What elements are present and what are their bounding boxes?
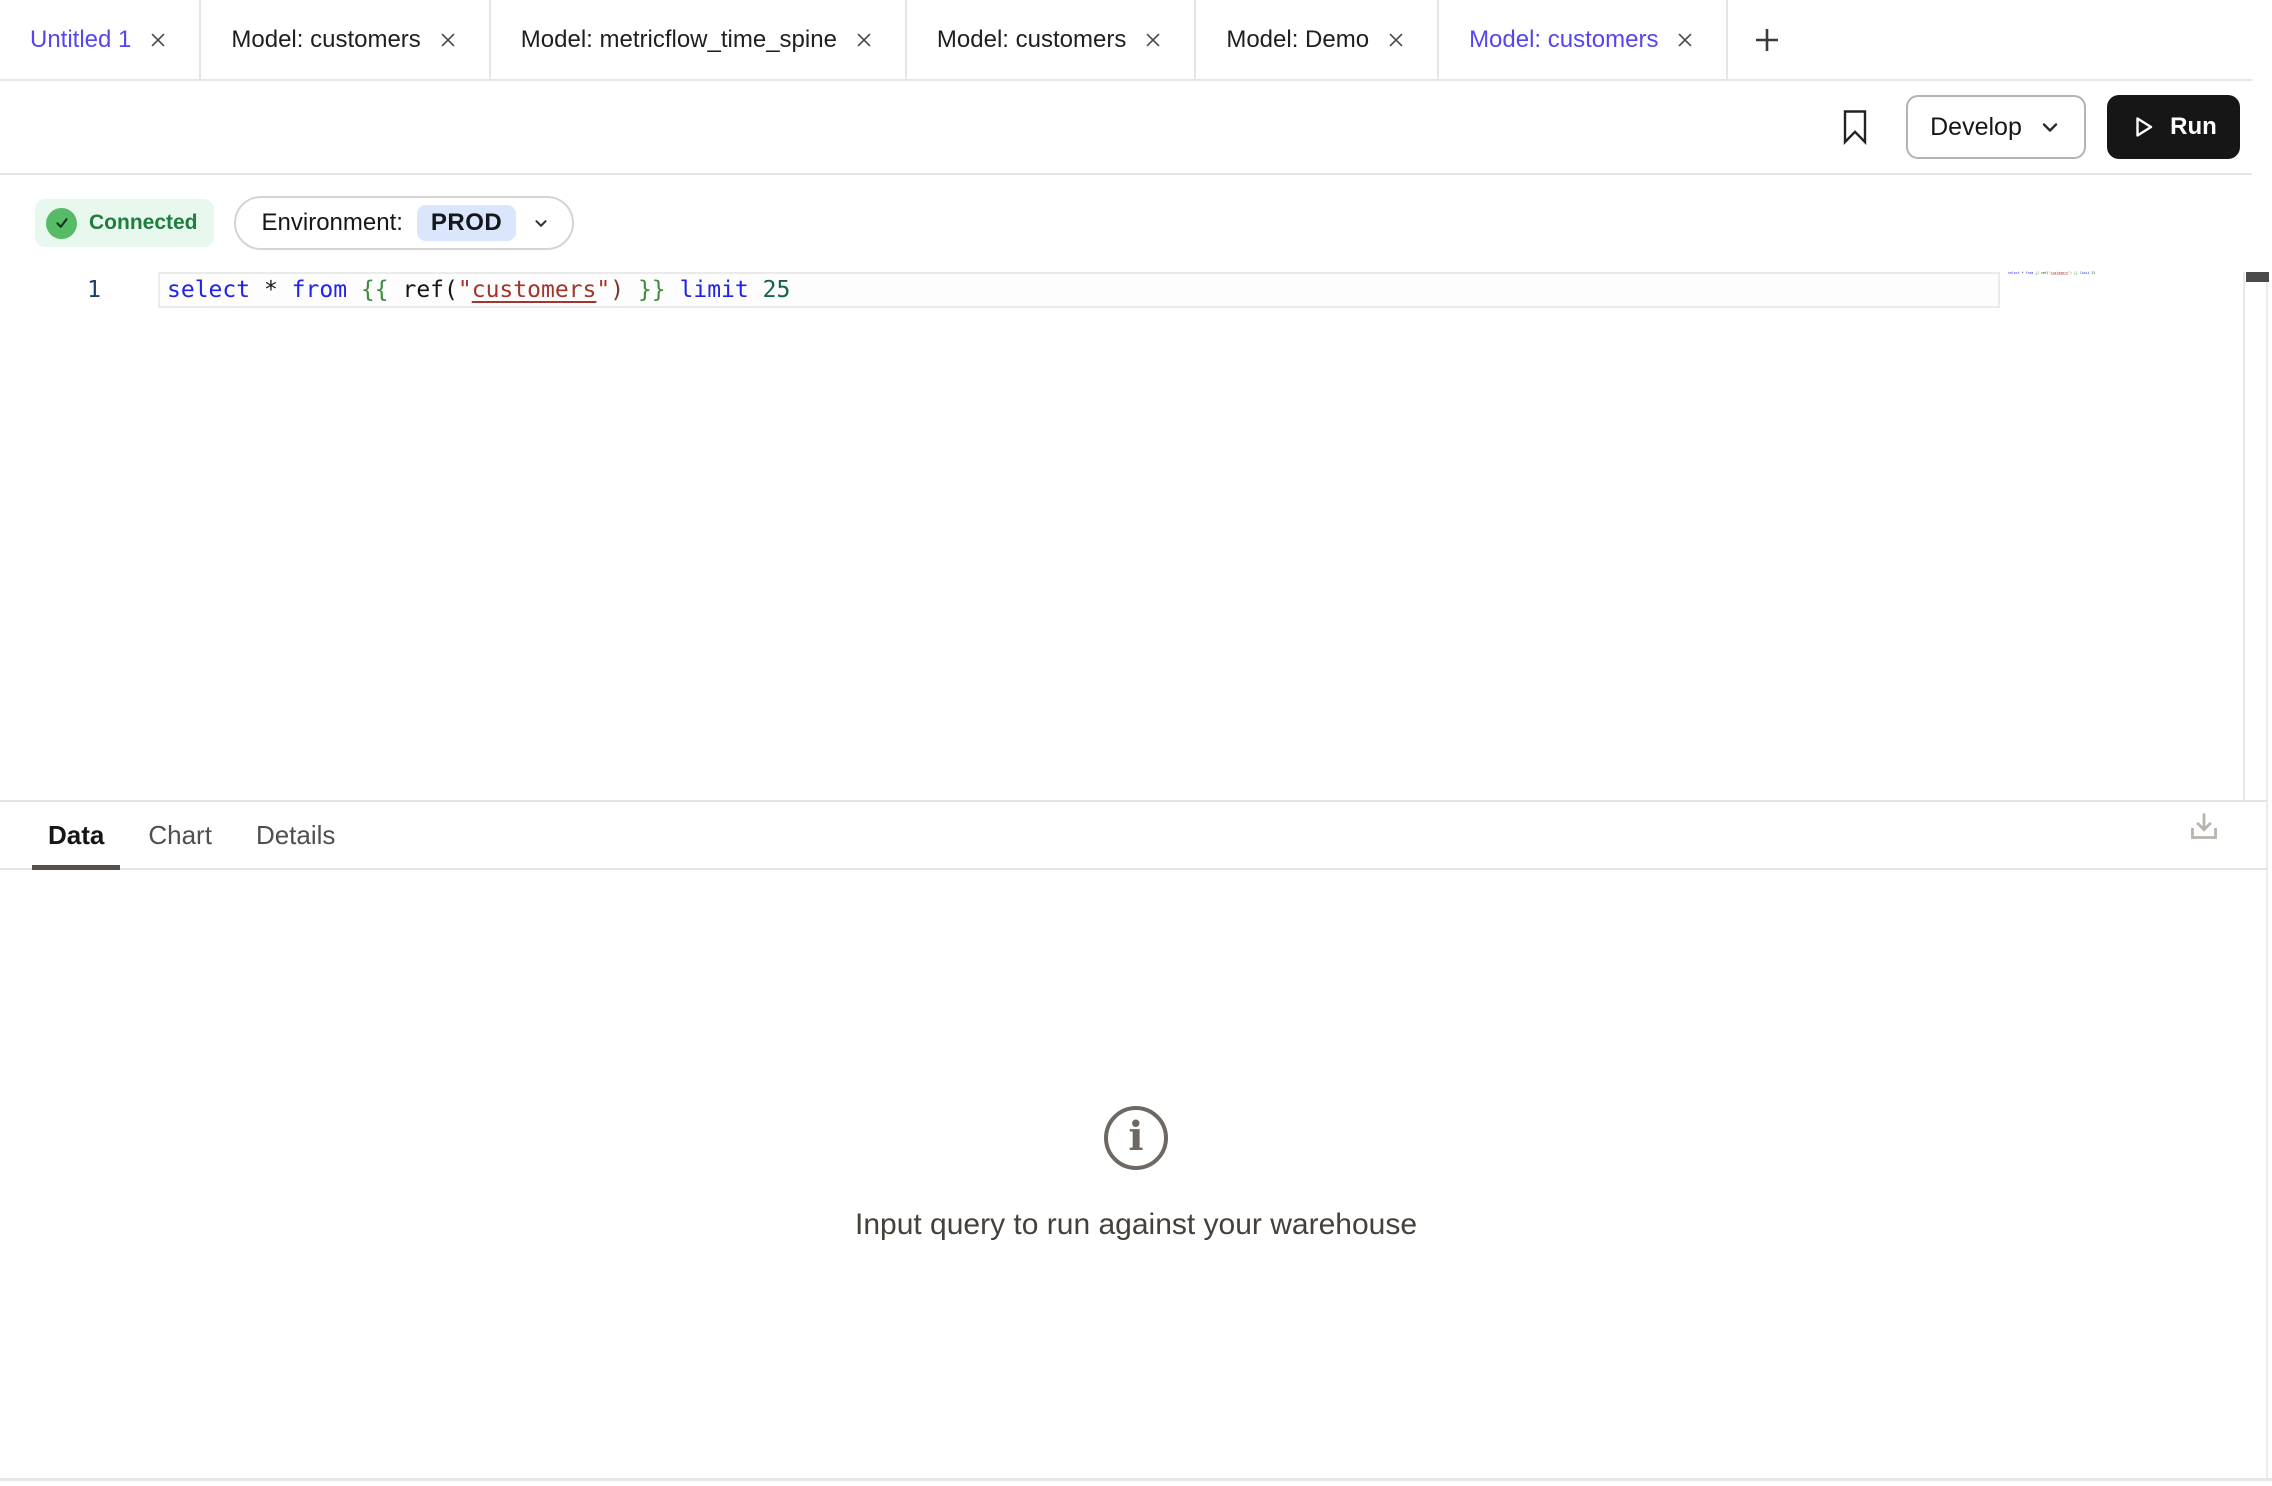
code-token: from [2025,271,2033,275]
tab-untitled-1[interactable]: Untitled 1 [0,0,201,79]
environment-selector[interactable]: Environment: PROD [234,196,575,250]
code-token: from [292,277,347,303]
code-token: " [458,277,472,303]
connection-status-badge: Connected [35,199,214,247]
check-circle-icon [46,208,77,239]
tab-model-customers-2[interactable]: Model: customers [907,0,1196,79]
develop-button-label: Develop [1930,113,2022,142]
new-tab-button[interactable] [1728,0,1806,79]
tab-label: Model: Demo [1226,26,1369,54]
code-token [250,277,264,303]
editor-scrollbar-track [2243,272,2245,800]
develop-button[interactable]: Develop [1906,95,2086,159]
tab-label: Untitled 1 [30,26,131,54]
results-tab-bar: Data Chart Details [0,800,2267,870]
plus-icon [1750,23,1784,57]
tab-model-demo[interactable]: Model: Demo [1196,0,1439,79]
code-token: {{ [361,277,389,303]
right-panel-border [2266,272,2268,1478]
tab-model-metricflow-time-spine[interactable]: Model: metricflow_time_spine [491,0,907,79]
tab-label: Model: customers [937,26,1126,54]
tab-data[interactable]: Data [32,802,120,868]
bottom-divider [0,1478,2272,1481]
code-line: select * from {{ ref("customers") }} lim… [160,274,1998,306]
download-icon[interactable] [2183,806,2225,848]
info-icon-glyph: i [1128,1117,1143,1157]
tab-model-customers-1[interactable]: Model: customers [201,0,490,79]
code-token: ref( [2039,271,2049,275]
empty-state-message: Input query to run against your warehous… [0,1208,2272,1242]
code-token: }} [638,277,666,303]
editor-active-line[interactable]: select * from {{ ref("customers") }} lim… [158,272,2000,308]
code-token: customers [2051,271,2068,275]
code-token: " [596,277,610,303]
code-token: 25 [2091,271,2095,275]
play-icon [2130,114,2156,140]
close-icon[interactable] [1674,29,1696,51]
code-token [278,277,292,303]
editor-minimap[interactable]: select * from {{ ref("customers") }} lim… [2008,271,2148,285]
tab-label: Model: customers [1469,26,1658,54]
tab-details-label: Details [256,820,335,851]
run-button-label: Run [2170,113,2217,141]
line-number: 1 [80,272,108,308]
status-row: Connected Environment: PROD [0,175,574,271]
code-token: customers [472,277,597,303]
environment-label: Environment: [262,209,403,237]
close-icon[interactable] [1142,29,1164,51]
tab-chart-label: Chart [148,820,212,851]
dbt-ide-app: Untitled 1 Model: customers Model: metri… [0,0,2272,1486]
minimap-code-line: select * from {{ ref("customers") }} lim… [2008,271,2028,275]
tab-label: Model: metricflow_time_spine [521,26,837,54]
code-token: select [2008,271,2020,275]
tab-chart[interactable]: Chart [132,802,228,868]
code-token [666,277,680,303]
chevron-down-icon [2038,115,2062,139]
close-icon[interactable] [437,29,459,51]
code-token [749,277,763,303]
bookmark-icon[interactable] [1842,109,1868,145]
info-icon: i [1104,1106,1168,1170]
run-button[interactable]: Run [2107,95,2240,159]
close-icon[interactable] [853,29,875,51]
close-icon[interactable] [1385,29,1407,51]
editor-tab-bar: Untitled 1 Model: customers Model: metri… [0,0,2252,81]
code-token: * [264,277,278,303]
environment-value-badge: PROD [417,205,516,241]
scrollbar-thumb[interactable] [2246,272,2269,282]
connection-status-label: Connected [89,211,198,235]
close-icon[interactable] [147,29,169,51]
tab-model-customers-3[interactable]: Model: customers [1439,0,1728,79]
code-token: ref( [389,277,458,303]
code-token [347,277,361,303]
chevron-down-icon [530,212,552,234]
code-token: select [167,277,250,303]
tab-details[interactable]: Details [240,802,351,868]
code-token: limit [2080,271,2090,275]
code-token: ) [610,277,624,303]
toolbar: Develop Run [0,81,2252,175]
tab-label: Model: customers [231,26,420,54]
code-token [624,277,638,303]
tab-data-label: Data [48,820,104,851]
code-token: limit [680,277,749,303]
code-token: 25 [763,277,791,303]
